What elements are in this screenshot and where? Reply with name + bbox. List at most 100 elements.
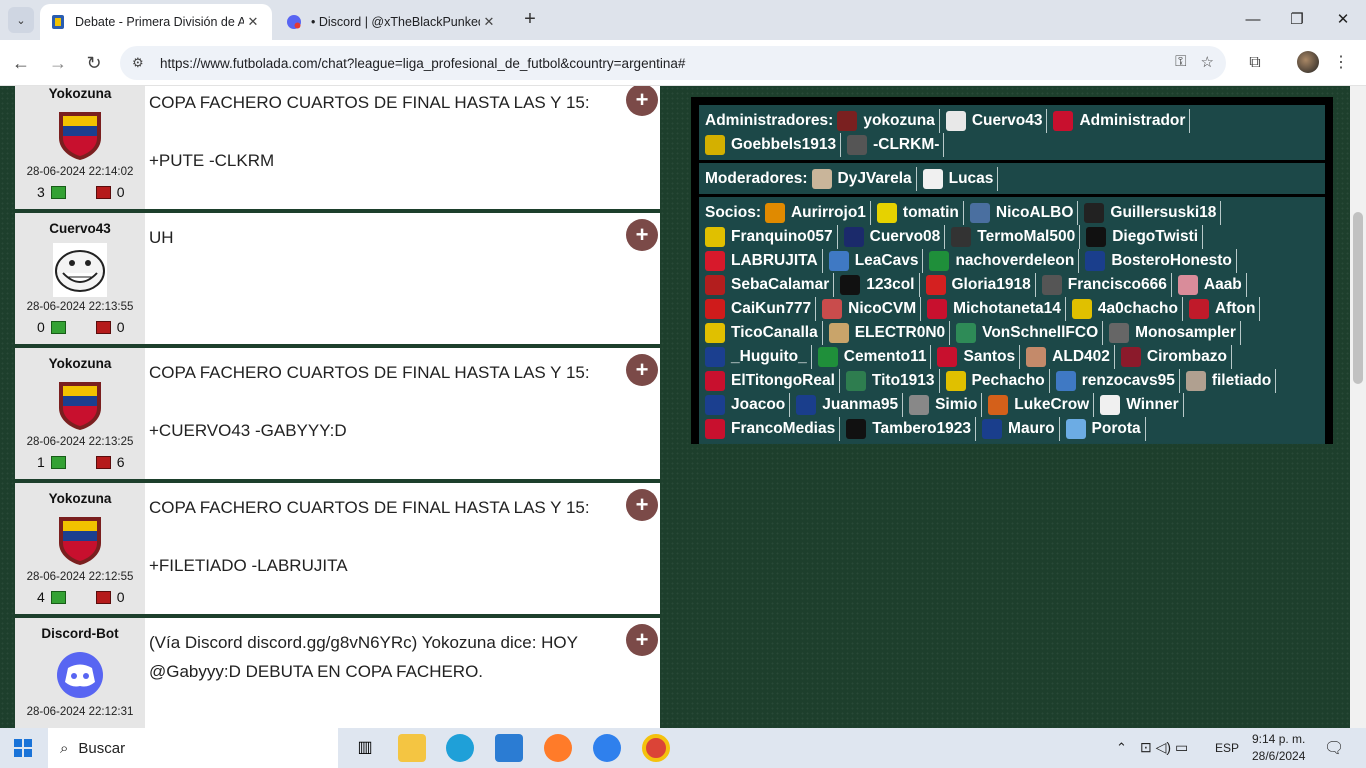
- admin-user[interactable]: yokozuna: [837, 109, 940, 133]
- member-user[interactable]: Joacoo: [705, 393, 791, 417]
- member-user[interactable]: Tito1913: [845, 369, 940, 393]
- member-user[interactable]: Michotaneta14: [927, 297, 1066, 321]
- back-arrow-icon[interactable]: ←: [8, 50, 34, 76]
- member-user[interactable]: SebaCalamar: [705, 273, 835, 297]
- profile-avatar[interactable]: [1297, 51, 1319, 73]
- address-bar[interactable]: ⚙ https://www.futbolada.com/chat?league=…: [120, 46, 1226, 80]
- add-reply-button[interactable]: +: [626, 354, 658, 386]
- downvote-icon[interactable]: [95, 590, 111, 604]
- key-icon[interactable]: ⚿: [1175, 53, 1186, 71]
- admin-user[interactable]: -CLRKM-: [847, 133, 945, 157]
- clock-time[interactable]: 9:14 p. m.: [1252, 732, 1305, 746]
- member-user[interactable]: NicoCVM: [822, 297, 922, 321]
- task-view-icon[interactable]: ▥: [351, 734, 379, 762]
- member-user[interactable]: FrancoMedias: [705, 417, 841, 441]
- minimize-button[interactable]: —: [1241, 8, 1265, 32]
- thunderbird-icon[interactable]: [593, 734, 621, 762]
- member-user[interactable]: TicoCanalla: [705, 321, 823, 345]
- member-user[interactable]: Franquino057: [705, 225, 838, 249]
- member-user[interactable]: Mauro: [982, 417, 1060, 441]
- admin-user[interactable]: Goebbels1913: [705, 133, 842, 157]
- member-user[interactable]: Cirombazo: [1120, 345, 1232, 369]
- edge-icon[interactable]: [446, 734, 474, 762]
- upvote-icon[interactable]: [50, 320, 66, 334]
- menu-kebab-icon[interactable]: ⋮: [1328, 50, 1354, 76]
- moderator-user[interactable]: Lucas: [922, 167, 999, 191]
- add-reply-button[interactable]: +: [626, 86, 658, 116]
- post-username[interactable]: Discord-Bot: [15, 626, 145, 641]
- add-reply-button[interactable]: +: [626, 489, 658, 521]
- forward-arrow-icon[interactable]: →: [45, 50, 71, 76]
- member-user[interactable]: LukeCrow: [988, 393, 1095, 417]
- site-info-icon[interactable]: ⚙: [132, 55, 154, 71]
- member-user[interactable]: _Huguito_: [705, 345, 812, 369]
- member-user[interactable]: Winner: [1100, 393, 1184, 417]
- member-user[interactable]: DiegoTwisti: [1086, 225, 1204, 249]
- file-explorer-icon[interactable]: [398, 734, 426, 762]
- member-user[interactable]: Aurirrojo1: [764, 201, 871, 225]
- admin-user[interactable]: Cuervo43: [945, 109, 1048, 133]
- tab-debate[interactable]: Debate - Primera División de Ar ✕: [40, 4, 272, 40]
- member-user[interactable]: Santos: [937, 345, 1021, 369]
- member-user[interactable]: Gloria1918: [925, 273, 1036, 297]
- upvote-icon[interactable]: [50, 590, 66, 604]
- add-reply-button[interactable]: +: [626, 624, 658, 656]
- member-user[interactable]: 123col: [840, 273, 920, 297]
- upvote-icon[interactable]: [50, 455, 66, 469]
- new-tab-button[interactable]: +: [518, 8, 542, 32]
- page-scrollbar[interactable]: [1350, 86, 1366, 728]
- member-user[interactable]: NicoALBO: [969, 201, 1079, 225]
- taskbar-search[interactable]: ⌕ Buscar: [48, 728, 338, 768]
- member-user[interactable]: TermoMal500: [951, 225, 1081, 249]
- member-user[interactable]: CaiKun777: [705, 297, 817, 321]
- downvote-icon[interactable]: [95, 320, 111, 334]
- downvote-icon[interactable]: [95, 185, 111, 199]
- post-username[interactable]: Yokozuna: [15, 356, 145, 371]
- tray-network-icon[interactable]: ⊡ ◁) ▭: [1140, 739, 1188, 756]
- member-user[interactable]: BosteroHonesto: [1085, 249, 1237, 273]
- post-username[interactable]: Yokozuna: [15, 86, 145, 101]
- downvote-icon[interactable]: [95, 455, 111, 469]
- clock-date[interactable]: 28/6/2024: [1252, 749, 1305, 763]
- member-user[interactable]: ElTitongoReal: [705, 369, 840, 393]
- tray-chevron-icon[interactable]: ⌃: [1116, 740, 1127, 756]
- member-user[interactable]: Porota: [1065, 417, 1146, 441]
- moderator-user[interactable]: DyJVarela: [811, 167, 917, 191]
- member-user[interactable]: ELECTR0N0: [828, 321, 951, 345]
- member-user[interactable]: Tambero1923: [846, 417, 977, 441]
- notifications-icon[interactable]: 🗨: [1324, 738, 1344, 758]
- member-user[interactable]: tomatin: [876, 201, 964, 225]
- close-window-button[interactable]: ✕: [1331, 8, 1355, 32]
- member-user[interactable]: renzocavs95: [1055, 369, 1180, 393]
- post-username[interactable]: Yokozuna: [15, 491, 145, 506]
- member-user[interactable]: filetiado: [1185, 369, 1277, 393]
- member-user[interactable]: Aaab: [1177, 273, 1247, 297]
- tab-close-icon[interactable]: ✕: [480, 14, 498, 30]
- member-user[interactable]: LABRUJITA: [705, 249, 823, 273]
- chrome-icon[interactable]: [642, 734, 670, 762]
- member-user[interactable]: Pechacho: [945, 369, 1050, 393]
- member-user[interactable]: Afton: [1188, 297, 1261, 321]
- tab-search-chevron-icon[interactable]: ⌄: [8, 7, 34, 33]
- maximize-button[interactable]: ❐: [1285, 8, 1309, 32]
- tab-close-icon[interactable]: ✕: [244, 14, 262, 30]
- member-user[interactable]: LeaCavs: [828, 249, 924, 273]
- member-user[interactable]: ALD402: [1026, 345, 1115, 369]
- language-indicator[interactable]: ESP: [1215, 741, 1239, 755]
- url-text[interactable]: https://www.futbolada.com/chat?league=li…: [160, 56, 685, 71]
- bookmark-star-icon[interactable]: ☆: [1201, 53, 1214, 71]
- firefox-icon[interactable]: [544, 734, 572, 762]
- member-user[interactable]: Guillersuski18: [1084, 201, 1222, 225]
- windows-start-icon[interactable]: [14, 739, 32, 757]
- mail-icon[interactable]: [495, 734, 523, 762]
- member-user[interactable]: Francisco666: [1041, 273, 1172, 297]
- member-user[interactable]: 4a0chacho: [1071, 297, 1183, 321]
- admin-user[interactable]: Administrador: [1053, 109, 1191, 133]
- add-reply-button[interactable]: +: [626, 219, 658, 251]
- post-username[interactable]: Cuervo43: [15, 221, 145, 236]
- reload-icon[interactable]: ↻: [81, 50, 107, 76]
- scrollbar-thumb[interactable]: [1353, 212, 1363, 384]
- member-user[interactable]: Cemento11: [817, 345, 932, 369]
- member-user[interactable]: Cuervo08: [843, 225, 946, 249]
- member-user[interactable]: Juanma95: [796, 393, 904, 417]
